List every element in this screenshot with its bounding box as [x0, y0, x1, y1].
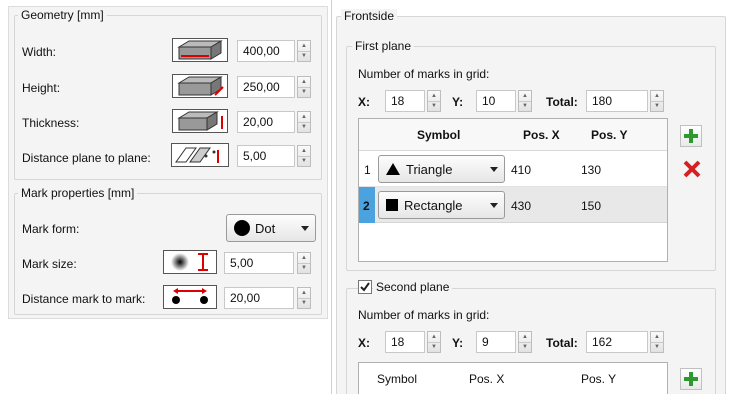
symbol-dropdown[interactable]: Triangle: [378, 155, 505, 183]
second-x-input[interactable]: 18: [385, 331, 425, 353]
second-y-spinner[interactable]: ▲ ▼: [518, 331, 532, 353]
add-row-button-second[interactable]: [680, 368, 702, 390]
first-plane-table: Symbol Pos. X Pos. Y 1 Triangle 410 130 …: [358, 118, 668, 262]
distance-plane-input[interactable]: 5,00: [237, 145, 295, 167]
thickness-input[interactable]: 20,00: [237, 111, 295, 133]
height-label: Height:: [22, 81, 61, 95]
mark-form-dropdown[interactable]: Dot: [226, 214, 316, 242]
distance-mark-spinner[interactable]: ▲ ▼: [297, 287, 311, 309]
dot-icon: [234, 220, 250, 236]
symbol-value: Rectangle: [404, 197, 463, 213]
second-grid-label: Number of marks in grid:: [358, 308, 490, 322]
second-y-label: Y:: [452, 336, 464, 350]
first-x-spinner[interactable]: ▲ ▼: [427, 90, 441, 112]
mark-size-label: Mark size:: [22, 257, 77, 271]
triangle-icon: [386, 163, 400, 175]
first-y-spinner[interactable]: ▲ ▼: [518, 90, 532, 112]
second-y-input[interactable]: 9: [476, 331, 516, 353]
symbol-dropdown[interactable]: Rectangle: [378, 191, 505, 219]
col-symbol[interactable]: Symbol: [377, 372, 417, 386]
panel-divider: [331, 0, 332, 394]
plate-width-icon: [172, 38, 228, 62]
chevron-down-icon: [490, 167, 498, 172]
height-spinner[interactable]: ▲ ▼: [297, 76, 311, 98]
row-index: 1: [364, 163, 371, 177]
first-plane-title: First plane: [352, 39, 415, 53]
width-label: Width:: [22, 45, 57, 59]
plate-thickness-icon: [172, 109, 228, 133]
pos-y-cell[interactable]: 130: [581, 163, 601, 177]
second-plane-label[interactable]: Second plane: [373, 280, 453, 294]
pos-y-cell[interactable]: 150: [581, 199, 601, 213]
col-pos-x[interactable]: Pos. X: [523, 128, 560, 142]
mark-form-value: Dot: [255, 220, 276, 236]
distance-mark-input[interactable]: 20,00: [224, 287, 294, 309]
checkmark-icon: [360, 282, 370, 292]
chevron-down-icon: [490, 203, 498, 208]
plus-icon: [684, 372, 698, 386]
delete-x-icon: [683, 160, 701, 178]
distance-plane-label: Distance plane to plane:: [22, 151, 151, 165]
frontside-title: Frontside: [341, 9, 398, 23]
col-pos-y[interactable]: Pos. Y: [591, 128, 627, 142]
distance-plane-spinner[interactable]: ▲ ▼: [297, 145, 311, 167]
thickness-label: Thickness:: [22, 116, 80, 130]
second-x-spinner[interactable]: ▲ ▼: [427, 331, 441, 353]
second-plane-checkbox[interactable]: [358, 280, 372, 294]
first-total-label: Total:: [546, 95, 578, 109]
second-x-label: X:: [358, 336, 370, 350]
pos-x-cell[interactable]: 430: [511, 199, 531, 213]
plate-height-icon: [172, 74, 228, 98]
square-icon: [386, 199, 398, 211]
col-symbol[interactable]: Symbol: [417, 128, 460, 142]
mark-size-input[interactable]: 5,00: [224, 252, 294, 274]
height-input[interactable]: 250,00: [237, 76, 295, 98]
second-total-label: Total:: [546, 336, 578, 350]
geometry-title: Geometry [mm]: [18, 8, 107, 22]
mark-size-icon: [163, 250, 217, 274]
mark-properties-title: Mark properties [mm]: [18, 186, 138, 200]
add-row-button[interactable]: [680, 125, 702, 147]
first-total-spinner[interactable]: ▲ ▼: [650, 90, 664, 112]
first-y-input[interactable]: 10: [476, 90, 516, 112]
width-input[interactable]: 400,00: [237, 40, 295, 62]
second-total-spinner[interactable]: ▲ ▼: [650, 331, 664, 353]
thickness-spinner[interactable]: ▲ ▼: [297, 111, 311, 133]
first-total-input: 180: [586, 90, 648, 112]
distance-mark-label: Distance mark to mark:: [22, 292, 146, 306]
first-x-label: X:: [358, 95, 370, 109]
mark-form-label: Mark form:: [22, 222, 80, 236]
chevron-down-icon: [301, 226, 309, 231]
mark-distance-icon: [163, 285, 217, 309]
delete-row-button[interactable]: [681, 158, 703, 180]
first-y-label: Y:: [452, 95, 464, 109]
plane-distance-icon: [171, 143, 229, 167]
second-total-input: 162: [586, 331, 648, 353]
first-x-input[interactable]: 18: [385, 90, 425, 112]
second-plane-table: Symbol Pos. X Pos. Y: [358, 362, 668, 394]
row-index: 2: [363, 199, 370, 213]
symbol-value: Triangle: [406, 161, 453, 177]
width-spinner[interactable]: ▲ ▼: [297, 40, 311, 62]
col-pos-y[interactable]: Pos. Y: [581, 372, 616, 386]
mark-size-spinner[interactable]: ▲ ▼: [297, 252, 311, 274]
plus-icon: [684, 129, 698, 143]
col-pos-x[interactable]: Pos. X: [469, 372, 504, 386]
first-grid-label: Number of marks in grid:: [358, 67, 490, 81]
pos-x-cell[interactable]: 410: [511, 163, 531, 177]
